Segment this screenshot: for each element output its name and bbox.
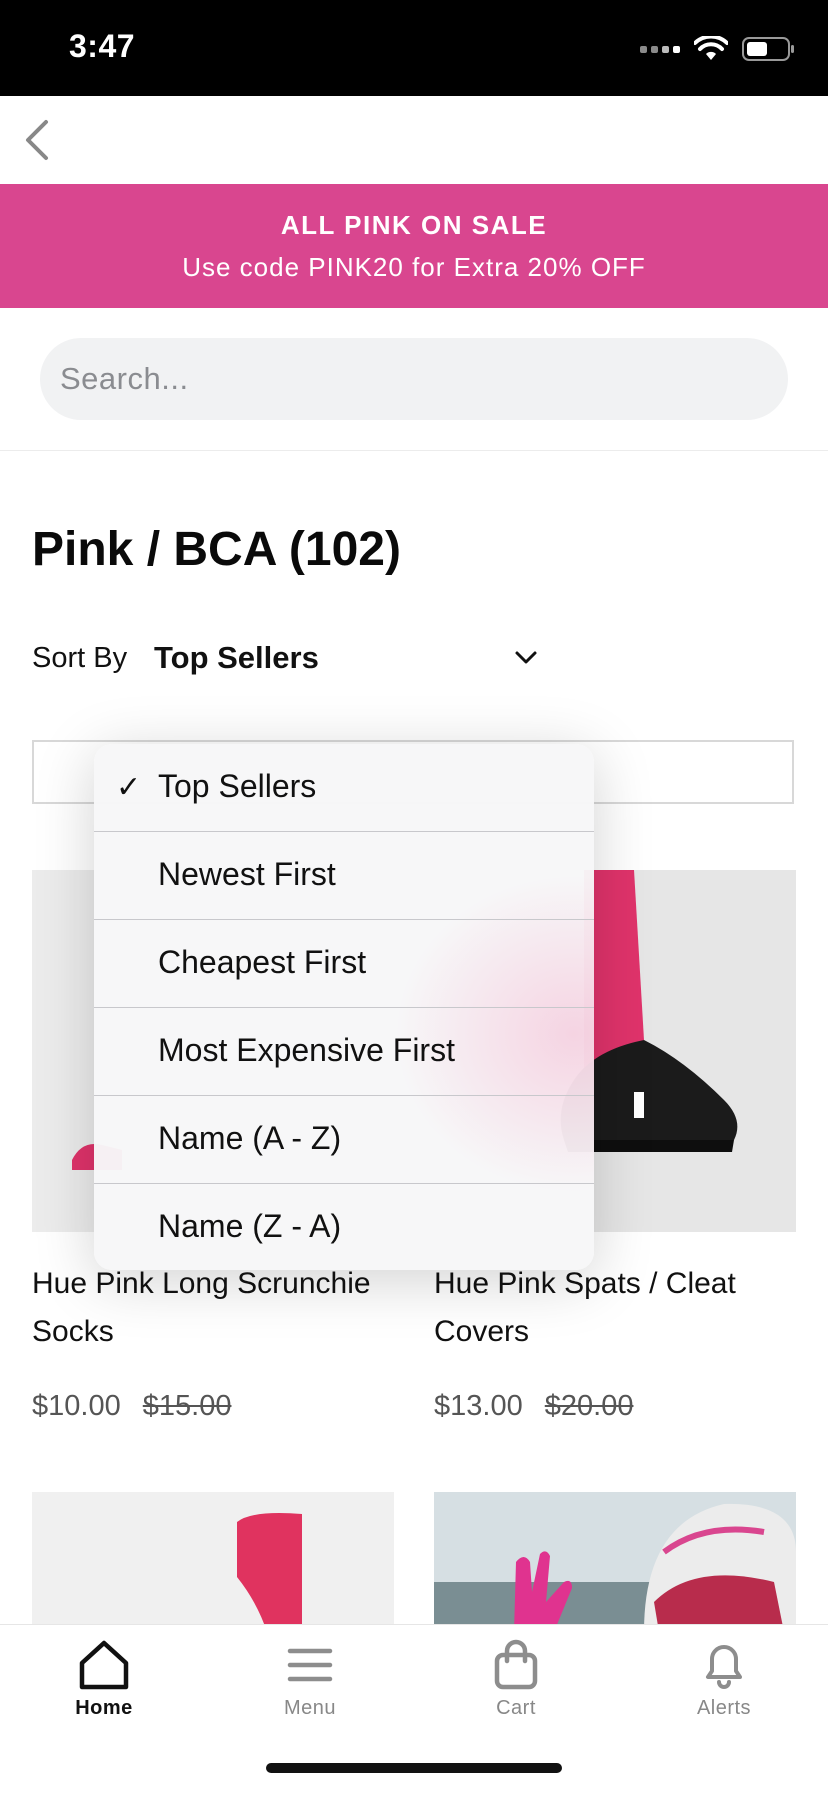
product-price: $10.00 xyxy=(32,1390,121,1422)
sort-option-top-sellers[interactable]: ✓ Top Sellers xyxy=(94,744,594,832)
bag-icon xyxy=(494,1639,538,1690)
battery-icon xyxy=(742,37,794,61)
product-price: $13.00 xyxy=(434,1390,523,1422)
tab-cart[interactable]: Cart xyxy=(446,1639,586,1720)
page-title: Pink / BCA (102) xyxy=(32,523,401,576)
tab-home[interactable]: Home xyxy=(34,1639,174,1720)
product-name[interactable]: Hue Pink Long Scrunchie Socks xyxy=(32,1260,412,1356)
sort-option-name-z-a[interactable]: Name (Z - A) xyxy=(94,1184,594,1270)
nav-bar xyxy=(0,96,828,185)
sort-option-label: Name (A - Z) xyxy=(158,1120,342,1156)
sort-option-newest-first[interactable]: Newest First xyxy=(94,832,594,920)
sort-dropdown: ✓ Top Sellers Newest First Cheapest Firs… xyxy=(94,744,594,1270)
promo-banner[interactable]: ALL PINK ON SALE Use code PINK20 for Ext… xyxy=(0,184,828,308)
tab-label: Menu xyxy=(283,1697,337,1719)
sort-row: Sort By Top Sellers xyxy=(32,640,552,680)
product-prices: $10.00 $15.00 xyxy=(32,1390,231,1423)
product-old-price: $15.00 xyxy=(142,1390,232,1422)
sort-option-label: Name (Z - A) xyxy=(158,1208,342,1244)
tab-alerts[interactable]: Alerts xyxy=(654,1639,794,1720)
chevron-left-icon xyxy=(26,120,48,160)
status-bar: 3:47 xyxy=(0,0,828,96)
bell-icon xyxy=(706,1645,742,1689)
tab-label: Home xyxy=(75,1697,133,1719)
sleeve-image xyxy=(32,1492,394,1632)
product-prices: $13.00 $20.00 xyxy=(434,1390,633,1423)
product-name[interactable]: Hue Pink Spats / Cleat Covers xyxy=(434,1260,814,1356)
sort-option-label: Top Sellers xyxy=(158,768,317,804)
sort-option-name-a-z[interactable]: Name (A - Z) xyxy=(94,1096,594,1184)
home-indicator xyxy=(266,1763,562,1773)
promo-subtitle: Use code PINK20 for Extra 20% OFF xyxy=(182,252,646,282)
sort-option-label: Most Expensive First xyxy=(158,1032,455,1068)
status-time: 3:47 xyxy=(69,28,136,64)
search-section xyxy=(0,308,828,451)
back-button[interactable] xyxy=(18,116,62,164)
promo-title: ALL PINK ON SALE xyxy=(280,210,548,240)
sort-option-most-expensive-first[interactable]: Most Expensive First xyxy=(94,1008,594,1096)
home-icon xyxy=(79,1640,129,1690)
status-icons xyxy=(640,36,796,62)
search-input[interactable] xyxy=(40,338,788,420)
sort-option-label: Newest First xyxy=(158,856,336,892)
product-image[interactable] xyxy=(434,1492,796,1632)
signal-icon xyxy=(640,45,680,53)
tab-label: Alerts xyxy=(696,1697,752,1719)
product-old-price: $20.00 xyxy=(544,1390,634,1422)
chevron-down-icon[interactable] xyxy=(512,644,540,672)
sort-label: Sort By xyxy=(32,642,128,674)
wifi-icon xyxy=(694,36,728,60)
product-image[interactable] xyxy=(32,1492,394,1632)
checkmark-icon: ✓ xyxy=(116,771,142,804)
menu-icon xyxy=(287,1648,333,1682)
sort-option-label: Cheapest First xyxy=(158,944,367,980)
helmet-image xyxy=(434,1492,796,1632)
tab-label: Cart xyxy=(496,1697,536,1719)
sort-option-cheapest-first[interactable]: Cheapest First xyxy=(94,920,594,1008)
tab-menu[interactable]: Menu xyxy=(240,1639,380,1720)
sort-select[interactable]: Top Sellers xyxy=(154,640,319,676)
